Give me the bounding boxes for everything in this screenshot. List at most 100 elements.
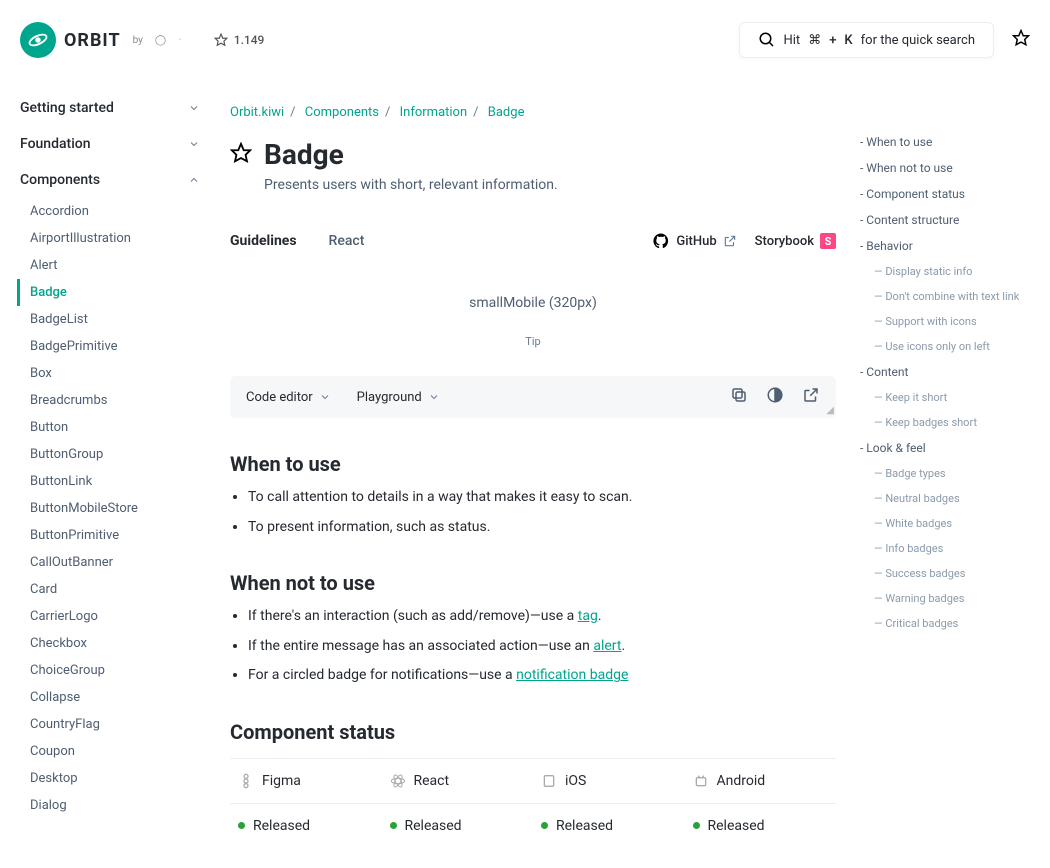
bookmark-button[interactable] [1012, 29, 1030, 51]
table-row: Figma React iOS Android [230, 758, 836, 803]
sidebar-item-dialog[interactable]: Dialog [30, 792, 210, 819]
sidebar-item-badgelist[interactable]: BadgeList [30, 306, 210, 333]
sidebar-item-desktop[interactable]: Desktop [30, 765, 210, 792]
sidebar-item-calloutbanner[interactable]: CallOutBanner [30, 549, 210, 576]
dot-icon [390, 822, 397, 829]
logo[interactable]: ORBIT by ◯ [20, 22, 166, 58]
when-to-use-list: To call attention to details in a way th… [230, 488, 836, 537]
component-status-heading: Component status [230, 720, 836, 744]
toc-item[interactable]: Warning badges [860, 586, 1030, 611]
github-icon [652, 232, 670, 250]
toc-item[interactable]: Content [860, 359, 1030, 385]
react-icon [390, 773, 406, 789]
search-k: K [844, 33, 852, 48]
toc-item[interactable]: Critical badges [860, 611, 1030, 636]
toc-item[interactable]: Success badges [860, 561, 1030, 586]
content: Orbit.kiwi/ Components/ Information/ Bad… [230, 105, 836, 848]
toc-item[interactable]: Don't combine with text link [860, 284, 1030, 309]
search-input[interactable]: Hit ⌘ + K for the quick search [739, 22, 995, 58]
sidebar-item-badge[interactable]: Badge [17, 279, 210, 306]
toc-item[interactable]: Look & feel [860, 435, 1030, 461]
toc-item[interactable]: Display static info [860, 259, 1030, 284]
sidebar-item-buttongroup[interactable]: ButtonGroup [30, 441, 210, 468]
figma-icon [238, 773, 254, 789]
sidebar-item-breadcrumbs[interactable]: Breadcrumbs [30, 387, 210, 414]
storybook-icon: S [820, 233, 836, 249]
logo-byline: by [133, 35, 143, 46]
sidebar-item-button[interactable]: Button [30, 414, 210, 441]
sidebar-item-alert[interactable]: Alert [30, 252, 210, 279]
toc-item[interactable]: Use icons only on left [860, 334, 1030, 359]
notification-badge-link[interactable]: notification badge [516, 667, 628, 683]
external-github-label: GitHub [676, 234, 716, 249]
breadcrumb-item[interactable]: Orbit.kiwi [230, 105, 284, 120]
chevron-down-icon [428, 391, 440, 403]
apple-icon [541, 773, 557, 789]
tab-guidelines[interactable]: Guidelines [230, 227, 297, 255]
when-to-use-heading: When to use [230, 452, 836, 476]
github-stars[interactable]: 1.149 [214, 33, 265, 47]
toc-item[interactable]: Badge types [860, 461, 1030, 486]
copy-button[interactable] [730, 386, 748, 408]
status-badge: Released [685, 804, 837, 848]
open-external-button[interactable] [802, 386, 820, 408]
code-editor-dropdown[interactable]: Code editor [246, 390, 331, 405]
toc-item[interactable]: Info badges [860, 536, 1030, 561]
chevron-down-icon [188, 138, 200, 150]
sidebar-item-countryflag[interactable]: CountryFlag [30, 711, 210, 738]
sidebar-item-label: Components [20, 172, 100, 188]
toc-item[interactable]: When to use [860, 129, 1030, 155]
status-badge: Released [230, 804, 382, 848]
sidebar-item-label: Foundation [20, 136, 91, 152]
toc-item[interactable]: When not to use [860, 155, 1030, 181]
external-storybook[interactable]: Storybook S [755, 233, 836, 249]
sidebar-item-buttonprimitive[interactable]: ButtonPrimitive [30, 522, 210, 549]
sidebar-item-buttonmobilestore[interactable]: ButtonMobileStore [30, 495, 210, 522]
sidebar-item-badgeprimitive[interactable]: BadgePrimitive [30, 333, 210, 360]
star-icon [1012, 29, 1030, 47]
breadcrumb-item[interactable]: Components [305, 105, 379, 120]
star-icon [230, 142, 252, 164]
sidebar-item-getting-started[interactable]: Getting started [20, 90, 210, 126]
toc-item[interactable]: Behavior [860, 233, 1030, 259]
sidebar-item-coupon[interactable]: Coupon [30, 738, 210, 765]
sidebar-item-choicegroup[interactable]: ChoiceGroup [30, 657, 210, 684]
toc-item[interactable]: Neutral badges [860, 486, 1030, 511]
bookmark-button[interactable] [230, 142, 252, 168]
sidebar-item-box[interactable]: Box [30, 360, 210, 387]
page-subtitle: Presents users with short, relevant info… [230, 177, 836, 193]
sidebar-item-card[interactable]: Card [30, 576, 210, 603]
sidebar-item-components[interactable]: Components [20, 162, 210, 198]
toc-item[interactable]: Support with icons [860, 309, 1030, 334]
sidebar-item-label: Getting started [20, 100, 114, 116]
tab-react[interactable]: React [329, 227, 365, 255]
external-github[interactable]: GitHub [652, 232, 736, 250]
list-item: For a circled badge for notifications—us… [248, 666, 836, 686]
sidebar-item-checkbox[interactable]: Checkbox [30, 630, 210, 657]
toc-item[interactable]: Content structure [860, 207, 1030, 233]
toc-item[interactable]: Keep badges short [860, 410, 1030, 435]
theme-toggle-button[interactable] [766, 386, 784, 408]
playground-dropdown[interactable]: Playground [357, 390, 440, 405]
resize-handle-icon[interactable]: ◢ [826, 405, 834, 416]
breadcrumb-item[interactable]: Information [400, 105, 468, 120]
preview-tip: Tip [230, 335, 836, 348]
tag-link[interactable]: tag [578, 608, 598, 624]
sidebar-item-foundation[interactable]: Foundation [20, 126, 210, 162]
sidebar-item-airportillustration[interactable]: AirportIllustration [30, 225, 210, 252]
playground-label: Playground [357, 390, 422, 405]
alert-link[interactable]: alert [593, 638, 621, 654]
sidebar-item-carrierlogo[interactable]: CarrierLogo [30, 603, 210, 630]
search-hit: Hit [784, 33, 801, 48]
toc-item[interactable]: Keep it short [860, 385, 1030, 410]
preview-box: smallMobile (320px) Tip [230, 265, 836, 368]
sidebar-item-buttonlink[interactable]: ButtonLink [30, 468, 210, 495]
breadcrumb-item[interactable]: Badge [488, 105, 525, 120]
search-for: for the quick search [861, 33, 975, 48]
sidebar-item-accordion[interactable]: Accordion [30, 198, 210, 225]
list-item: To present information, such as status. [248, 518, 836, 538]
toc-item[interactable]: Component status [860, 181, 1030, 207]
sidebar-item-collapse[interactable]: Collapse [30, 684, 210, 711]
platform-android: Android [685, 759, 837, 803]
toc-item[interactable]: White badges [860, 511, 1030, 536]
